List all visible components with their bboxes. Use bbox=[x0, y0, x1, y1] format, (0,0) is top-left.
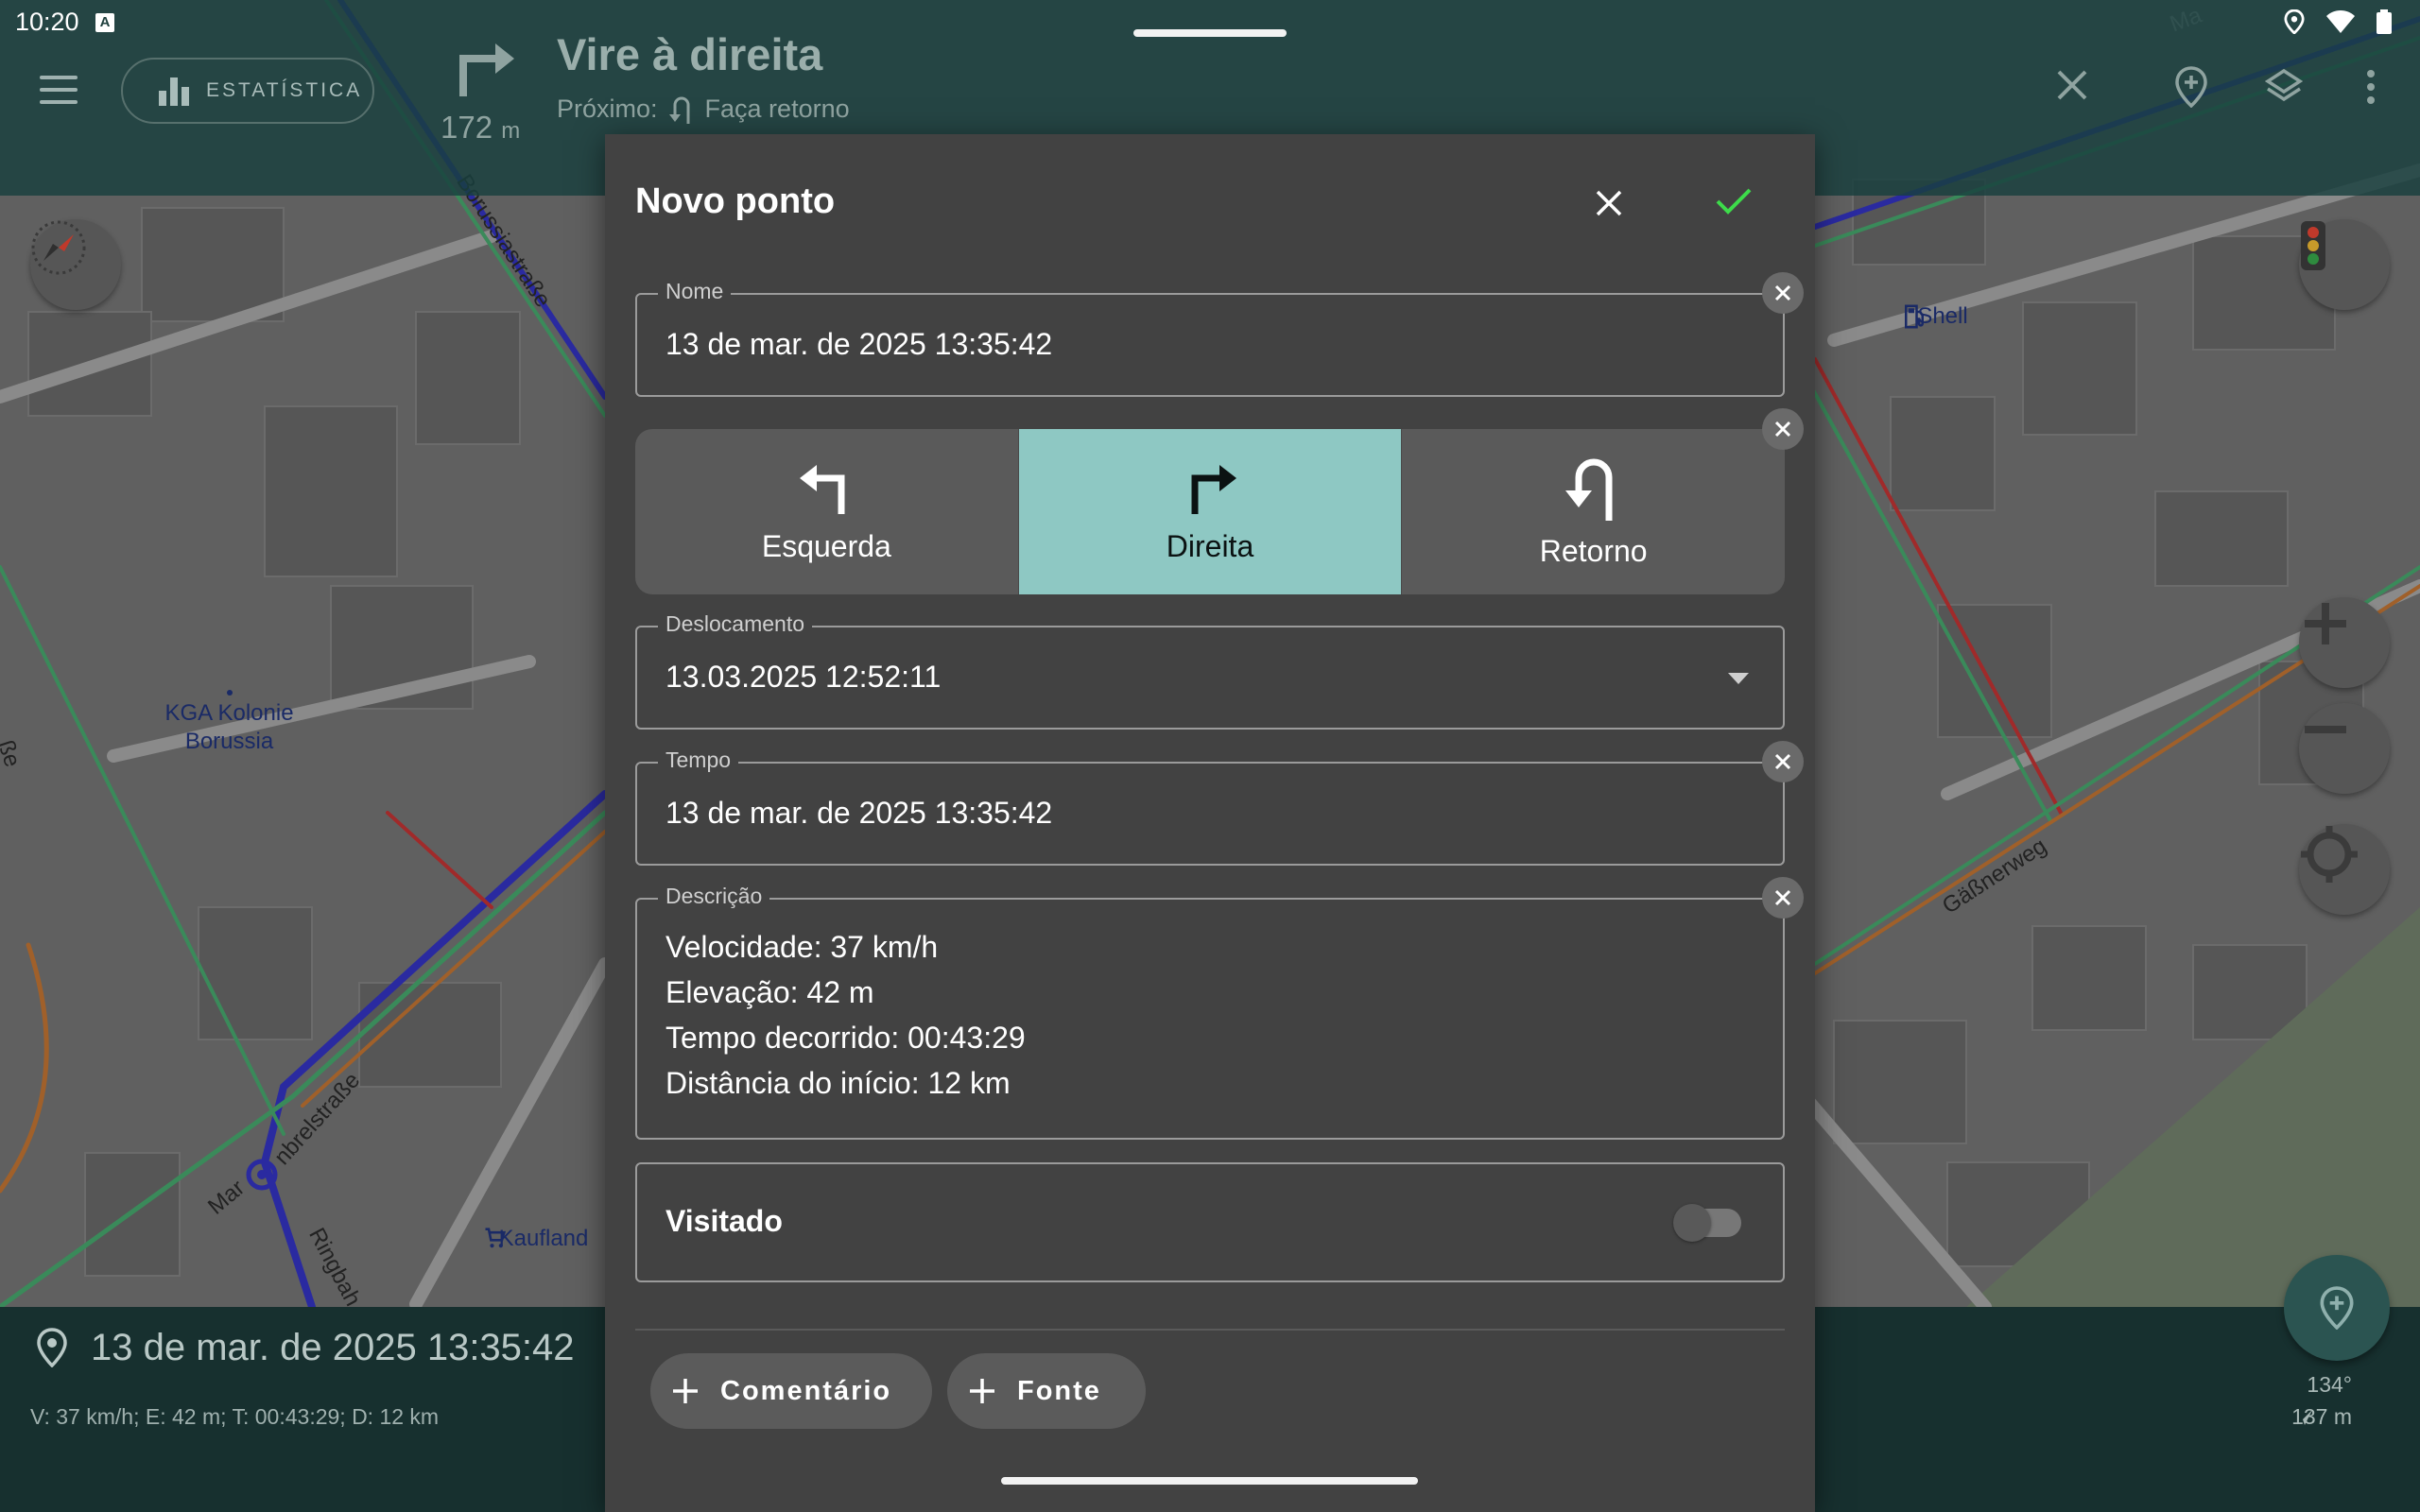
clock: 10:20 bbox=[15, 8, 79, 36]
visited-row[interactable]: Visitado bbox=[635, 1162, 1785, 1282]
bar-chart-icon bbox=[159, 77, 189, 106]
wifi-icon bbox=[2326, 10, 2355, 33]
turn-left-icon bbox=[800, 465, 845, 514]
turn-right-icon bbox=[1191, 465, 1236, 514]
crosshair-icon bbox=[2301, 826, 2358, 883]
direction-left[interactable]: Esquerda bbox=[635, 429, 1018, 594]
traffic-button[interactable] bbox=[2299, 219, 2390, 310]
time-value: 13 de mar. de 2025 13:35:42 bbox=[666, 796, 1053, 830]
compass-button[interactable] bbox=[30, 219, 121, 310]
dialog-title: Novo ponto bbox=[635, 181, 836, 221]
add-comment-chip[interactable]: Comentário bbox=[650, 1353, 932, 1429]
time-field[interactable]: Tempo 13 de mar. de 2025 13:35:42 bbox=[635, 747, 1785, 866]
clear-icon bbox=[1774, 753, 1791, 770]
my-location-button[interactable] bbox=[2299, 824, 2390, 915]
clear-time-button[interactable] bbox=[1762, 741, 1804, 782]
name-field[interactable]: Nome 13 de mar. de 2025 13:35:42 bbox=[635, 279, 1785, 397]
visited-toggle[interactable] bbox=[1673, 1204, 1741, 1242]
turn-right-icon bbox=[459, 43, 514, 96]
layers-icon[interactable] bbox=[2265, 68, 2303, 106]
plus-icon bbox=[2305, 603, 2346, 644]
more-options-icon[interactable] bbox=[2365, 68, 2377, 106]
u-turn-small-icon bbox=[668, 96, 690, 124]
shopping-cart-icon bbox=[485, 1228, 507, 1248]
description-field[interactable]: Descrição Velocidade: 37 km/h Elevação: … bbox=[635, 884, 1785, 1140]
clear-direction-button[interactable] bbox=[1762, 408, 1804, 450]
add-location-icon bbox=[2320, 1286, 2354, 1330]
turn-distance: 172 m bbox=[441, 110, 521, 145]
clear-icon bbox=[1774, 284, 1791, 301]
divider bbox=[635, 1329, 1785, 1331]
statistics-label: ESTATÍSTICA bbox=[206, 79, 363, 101]
dropdown-arrow-icon bbox=[1728, 673, 1749, 684]
point-title: 13 de mar. de 2025 13:35:42 bbox=[91, 1327, 575, 1368]
clear-icon bbox=[1774, 889, 1791, 906]
location-status-icon bbox=[2284, 9, 2305, 34]
minus-icon bbox=[2305, 726, 2346, 733]
dialog-confirm-icon[interactable] bbox=[1715, 187, 1753, 215]
status-bar: 10:20 A bbox=[0, 0, 2420, 45]
traffic-light-icon bbox=[2301, 221, 2325, 270]
clear-name-button[interactable] bbox=[1762, 272, 1804, 314]
offset-value: 13.03.2025 12:52:11 bbox=[666, 660, 942, 694]
name-label: Nome bbox=[658, 279, 732, 304]
menu-button[interactable] bbox=[40, 76, 78, 104]
distance-value: 137 m bbox=[2291, 1404, 2352, 1429]
location-pin-icon bbox=[37, 1328, 67, 1367]
map-label-shell: Shell bbox=[1900, 302, 1985, 331]
add-waypoint-icon[interactable] bbox=[2174, 66, 2208, 108]
drag-handle-bottom[interactable] bbox=[1001, 1477, 1418, 1485]
point-stats: V: 37 km/h; E: 42 m; T: 00:43:29; D: 12 … bbox=[30, 1404, 440, 1429]
time-label: Tempo bbox=[658, 747, 739, 773]
battery-icon bbox=[2377, 9, 2392, 34]
direction-right[interactable]: Direita bbox=[1017, 429, 1402, 594]
turn-instruction: Vire à direita bbox=[557, 29, 823, 79]
offset-dropdown[interactable]: Deslocamento 13.03.2025 12:52:11 bbox=[635, 611, 1785, 730]
offset-label: Deslocamento bbox=[658, 611, 813, 637]
notification-badge: A bbox=[95, 13, 114, 32]
toggle-knob bbox=[1673, 1204, 1711, 1242]
zoom-in-button[interactable] bbox=[2299, 597, 2390, 688]
description-line: Distância do início: 12 km bbox=[666, 1066, 1011, 1100]
add-point-fab[interactable] bbox=[2284, 1255, 2390, 1361]
zoom-out-button[interactable] bbox=[2299, 703, 2390, 794]
heading-value: 134° bbox=[2307, 1372, 2352, 1397]
clear-icon bbox=[1774, 421, 1791, 438]
direction-u-turn[interactable]: Retorno bbox=[1401, 429, 1785, 594]
description-line: Elevação: 42 m bbox=[666, 975, 874, 1009]
add-source-chip[interactable]: Fonte bbox=[947, 1353, 1146, 1429]
close-navigation-icon[interactable] bbox=[2055, 68, 2089, 102]
dialog-close-icon[interactable] bbox=[1595, 189, 1623, 217]
clear-description-button[interactable] bbox=[1762, 877, 1804, 919]
u-turn-icon bbox=[1564, 458, 1613, 521]
compass-icon bbox=[31, 220, 86, 275]
map-label-kaufland: Kaufland bbox=[482, 1225, 605, 1253]
name-value: 13 de mar. de 2025 13:35:42 bbox=[666, 327, 1053, 361]
plus-icon bbox=[970, 1379, 994, 1403]
description-line: Tempo decorrido: 00:43:29 bbox=[666, 1021, 1026, 1055]
direction-selector: Esquerda Direita Retorno bbox=[635, 429, 1785, 594]
description-label: Descrição bbox=[658, 884, 770, 909]
plus-icon bbox=[673, 1379, 698, 1403]
next-maneuver: Próximo: Faça retorno bbox=[557, 94, 850, 124]
statistics-button[interactable]: ESTATÍSTICA bbox=[121, 58, 374, 124]
visited-label: Visitado bbox=[666, 1204, 783, 1238]
map-label-kga: KGA Kolonie Borussia bbox=[142, 690, 317, 756]
description-line: Velocidade: 37 km/h bbox=[666, 930, 939, 964]
drag-handle-top[interactable] bbox=[1133, 29, 1287, 37]
fuel-icon bbox=[1905, 304, 1924, 329]
new-point-dialog: Novo ponto Nome 13 de mar. de 2025 13:35… bbox=[605, 134, 1815, 1512]
